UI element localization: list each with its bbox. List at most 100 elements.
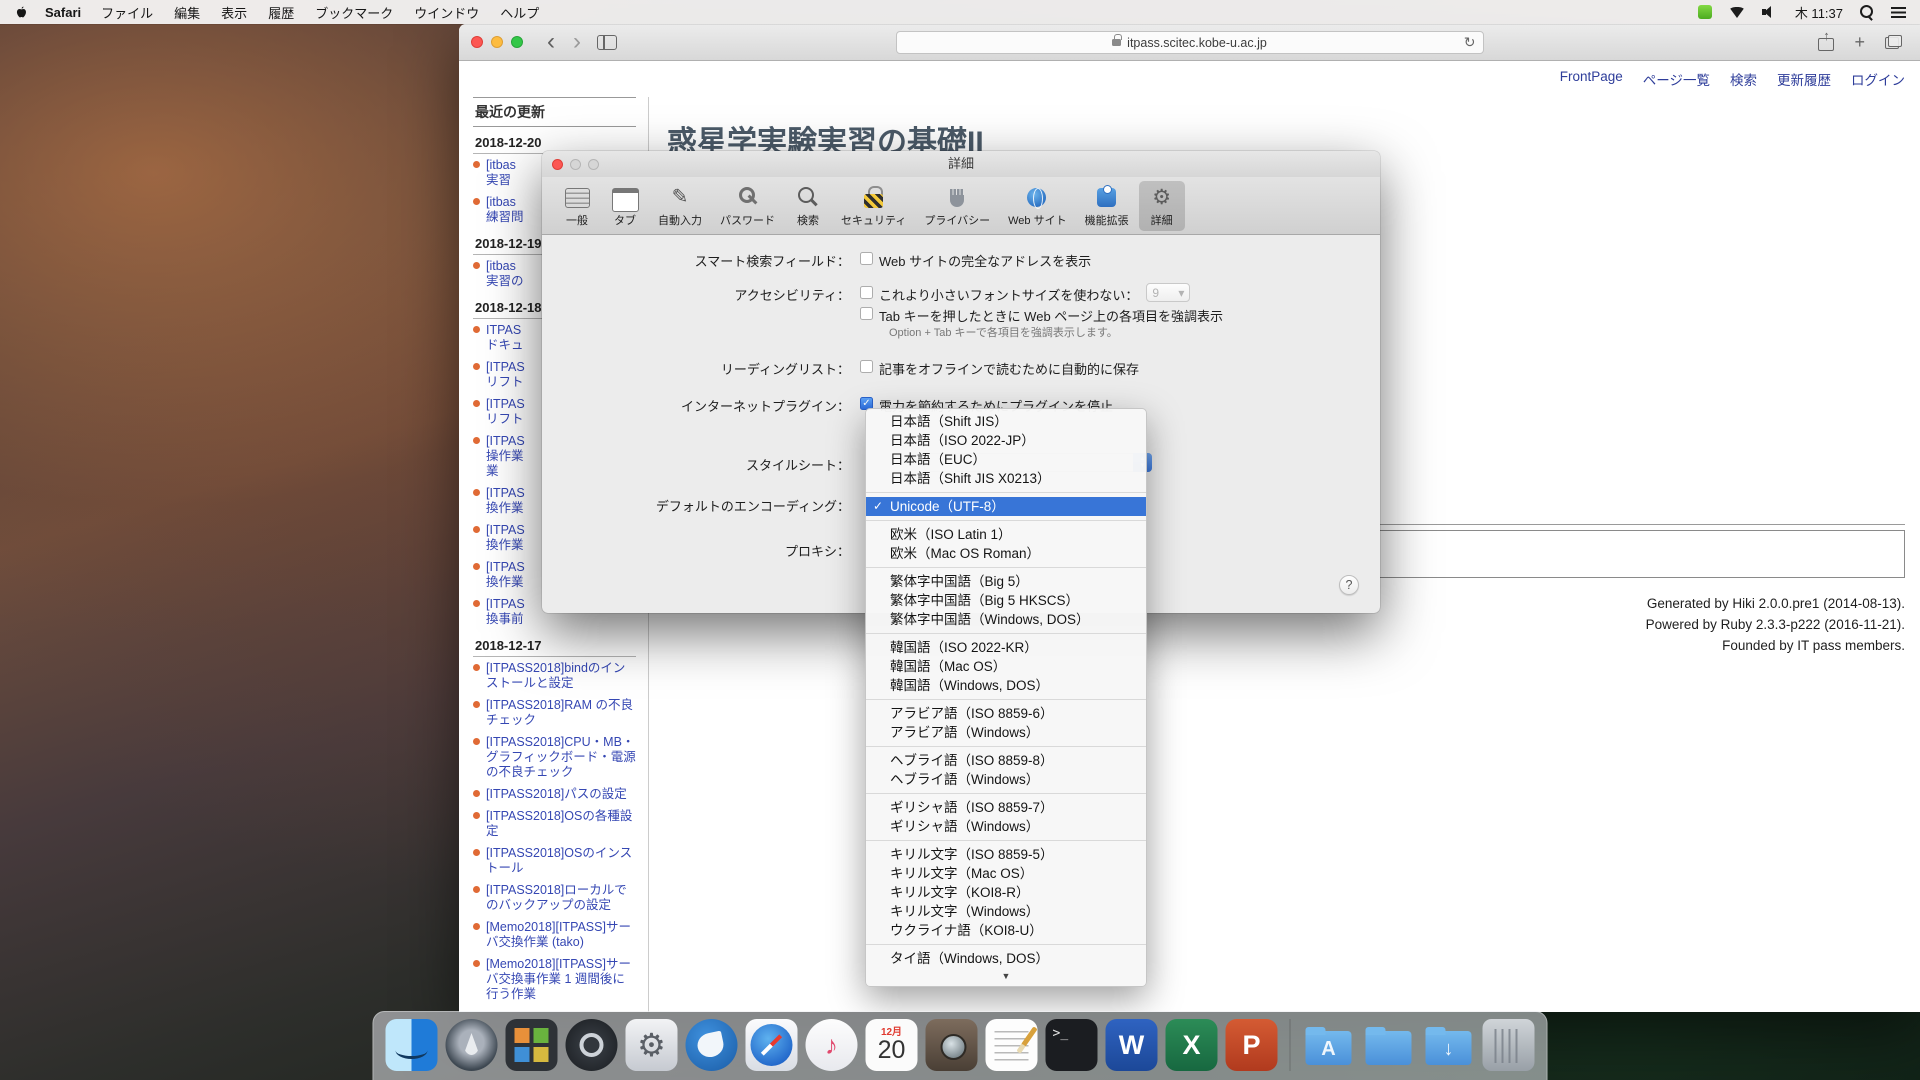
page-nav-link[interactable]: FrontPage [1560, 69, 1623, 89]
encoding-menu-item[interactable]: 繁体字中国語（Big 5 HKSCS） [866, 591, 1146, 610]
calendar-dock-icon[interactable]: 12月 20 [866, 1019, 918, 1071]
forward-button[interactable]: › [571, 32, 583, 52]
apple-menu-icon[interactable] [14, 4, 29, 20]
downloads-folder-dock-icon[interactable]: ↓ [1423, 1019, 1475, 1071]
thunderbird-dock-icon[interactable] [686, 1019, 738, 1071]
encoding-menu-item[interactable]: ウクライナ語（KOI8-U） [866, 921, 1146, 940]
font-size-select[interactable]: 9 ▾ [1146, 283, 1190, 302]
prefs-tab-passwords[interactable]: パスワード [712, 181, 783, 231]
encoding-menu-item[interactable]: キリル文字（KOI8-R） [866, 883, 1146, 902]
menubar-menu-item[interactable]: ファイル [101, 3, 153, 22]
sidebar-link-item[interactable]: [ITPASS2018]パスの設定 [473, 783, 636, 805]
safari-dock-icon[interactable] [746, 1019, 798, 1071]
address-bar[interactable]: itpass.scitec.kobe-u.ac.jp ↻ [896, 31, 1484, 54]
prefs-tab-tabs[interactable]: タブ [602, 181, 648, 231]
page-nav-link[interactable]: 更新履歴 [1777, 69, 1831, 89]
prefs-tab-security[interactable]: セキュリティ [833, 181, 914, 231]
word-dock-icon[interactable]: W [1106, 1019, 1158, 1071]
reload-icon[interactable]: ↻ [1464, 34, 1476, 51]
encoding-menu-item[interactable]: 繁体字中国語（Windows, DOS） [866, 610, 1146, 629]
prefs-tab-search[interactable]: 検索 [785, 181, 831, 231]
menubar-menu-item[interactable]: 表示 [221, 3, 247, 22]
encoding-menu-item[interactable]: ヘブライ語（ISO 8859-8） [866, 751, 1146, 770]
tab-highlight-checkbox[interactable] [860, 307, 873, 320]
encoding-menu-item[interactable]: Unicode（UTF-8） [866, 497, 1146, 516]
prefs-tab-privacy[interactable]: プライバシー [916, 181, 998, 231]
applications-folder-dock-icon[interactable]: A [1303, 1019, 1355, 1071]
encoding-menu-item[interactable]: ヘブライ語（Windows） [866, 770, 1146, 789]
encoding-menu-item[interactable]: 日本語（Shift JIS） [866, 412, 1146, 431]
menubar-menu-item[interactable]: 履歴 [268, 3, 294, 22]
menu-scroll-down-icon[interactable]: ▼ [866, 968, 1146, 984]
encoding-menu-item[interactable]: アラビア語（ISO 8859-6） [866, 704, 1146, 723]
new-tab-icon[interactable]: + [1854, 32, 1865, 53]
encoding-menu-item[interactable]: 日本語（ISO 2022-JP） [866, 431, 1146, 450]
gear-app-dock-icon[interactable] [566, 1019, 618, 1071]
textedit-dock-icon[interactable] [986, 1019, 1038, 1071]
prefs-tab-websites[interactable]: Web サイト [1000, 181, 1074, 231]
sidebar-toggle-icon[interactable] [597, 35, 617, 50]
help-button[interactable]: ? [1339, 575, 1359, 595]
trash-dock-icon[interactable] [1483, 1019, 1535, 1071]
encoding-menu-item[interactable]: 欧米（ISO Latin 1） [866, 525, 1146, 544]
photos-app-dock-icon[interactable] [506, 1019, 558, 1071]
encoding-menu-item[interactable]: キリル文字（ISO 8859-5） [866, 845, 1146, 864]
prefs-close-button[interactable] [552, 159, 563, 170]
sidebar-link-item[interactable]: [Memo2018][ITPASS]サーバ交換作業 (tako) [473, 916, 636, 953]
encoding-menu-item[interactable]: 韓国語（ISO 2022-KR） [866, 638, 1146, 657]
status-menu-icon[interactable] [1698, 5, 1712, 19]
page-nav-link[interactable]: ページ一覧 [1643, 69, 1710, 89]
sidebar-link-item[interactable]: [ITPASS2018]OSの各種設定 [473, 805, 636, 842]
encoding-menu-item[interactable]: 韓国語（Mac OS） [866, 657, 1146, 676]
photo-booth-dock-icon[interactable] [926, 1019, 978, 1071]
minimize-window-button[interactable] [491, 36, 503, 48]
prefs-tab-extensions[interactable]: 機能拡張 [1077, 181, 1137, 231]
powerpoint-dock-icon[interactable]: P [1226, 1019, 1278, 1071]
encoding-menu-item[interactable]: 韓国語（Windows, DOS） [866, 676, 1146, 695]
page-nav-link[interactable]: ログイン [1851, 69, 1905, 89]
sidebar-link-item[interactable]: [ITPASS2018]RAM の不良チェック [473, 694, 636, 731]
launchpad-dock-icon[interactable] [446, 1019, 498, 1071]
prefs-zoom-button[interactable] [588, 159, 599, 170]
encoding-menu-item[interactable]: タイ語（Windows, DOS） [866, 949, 1146, 968]
prefs-tab-general[interactable]: 一般 [554, 181, 600, 231]
encoding-menu-item[interactable]: 日本語（Shift JIS X0213） [866, 469, 1146, 488]
encoding-menu-item[interactable]: キリル文字（Windows） [866, 902, 1146, 921]
smart-search-checkbox[interactable] [860, 252, 873, 265]
prefs-tab-advanced[interactable]: 詳細 [1139, 181, 1185, 231]
terminal-dock-icon[interactable]: >_ [1046, 1019, 1098, 1071]
encoding-menu-item[interactable]: キリル文字（Mac OS） [866, 864, 1146, 883]
share-icon[interactable]: ↑ [1818, 33, 1834, 51]
excel-dock-icon[interactable]: X [1166, 1019, 1218, 1071]
encoding-menu-item[interactable]: ギリシャ語（Windows） [866, 817, 1146, 836]
spotlight-icon[interactable] [1860, 5, 1874, 19]
close-window-button[interactable] [471, 36, 483, 48]
sidebar-link-item[interactable]: [ITPASS2018]OSのインストール [473, 842, 636, 879]
menubar-app-name[interactable]: Safari [45, 5, 81, 20]
menubar-menu-item[interactable]: ヘルプ [500, 3, 539, 22]
encoding-menu-item[interactable]: 欧米（Mac OS Roman） [866, 544, 1146, 563]
prefs-minimize-button[interactable] [570, 159, 581, 170]
encoding-menu-item[interactable]: アラビア語（Windows） [866, 723, 1146, 742]
notification-center-icon[interactable] [1891, 7, 1906, 18]
encoding-menu-item[interactable]: 日本語（EUC） [866, 450, 1146, 469]
menubar-menu-item[interactable]: ブックマーク [315, 3, 393, 22]
sidebar-link-item[interactable]: [ITPASS2018]CPU・MB・グラフィックボード・電源の不良チェック [473, 731, 636, 783]
menubar-menu-item[interactable]: 編集 [174, 3, 200, 22]
encoding-menu-item[interactable]: ギリシャ語（ISO 8859-7） [866, 798, 1146, 817]
encoding-menu-item[interactable]: 繁体字中国語（Big 5） [866, 572, 1146, 591]
page-nav-link[interactable]: 検索 [1730, 69, 1757, 89]
sidebar-link-item[interactable]: [ITPASS2018]ローカルでのバックアップの設定 [473, 879, 636, 916]
finder-dock-icon[interactable] [386, 1019, 438, 1071]
sidebar-link-item[interactable]: [Memo2018][ITPASS]サーバ交換事作業 1 週間後に行う作業 [473, 953, 636, 1005]
wifi-icon[interactable] [1729, 7, 1745, 18]
menubar-menu-item[interactable]: ウインドウ [414, 3, 479, 22]
reading-list-checkbox[interactable] [860, 360, 873, 373]
sidebar-link-item[interactable]: [ITPASS2018]bindのインストールと設定 [473, 657, 636, 694]
back-button[interactable]: ‹ [545, 32, 557, 52]
itunes-dock-icon[interactable]: ♪ [806, 1019, 858, 1071]
system-preferences-dock-icon[interactable]: ⚙ [626, 1019, 678, 1071]
min-font-size-checkbox[interactable] [860, 286, 873, 299]
zoom-window-button[interactable] [511, 36, 523, 48]
tab-overview-icon[interactable] [1885, 35, 1902, 49]
